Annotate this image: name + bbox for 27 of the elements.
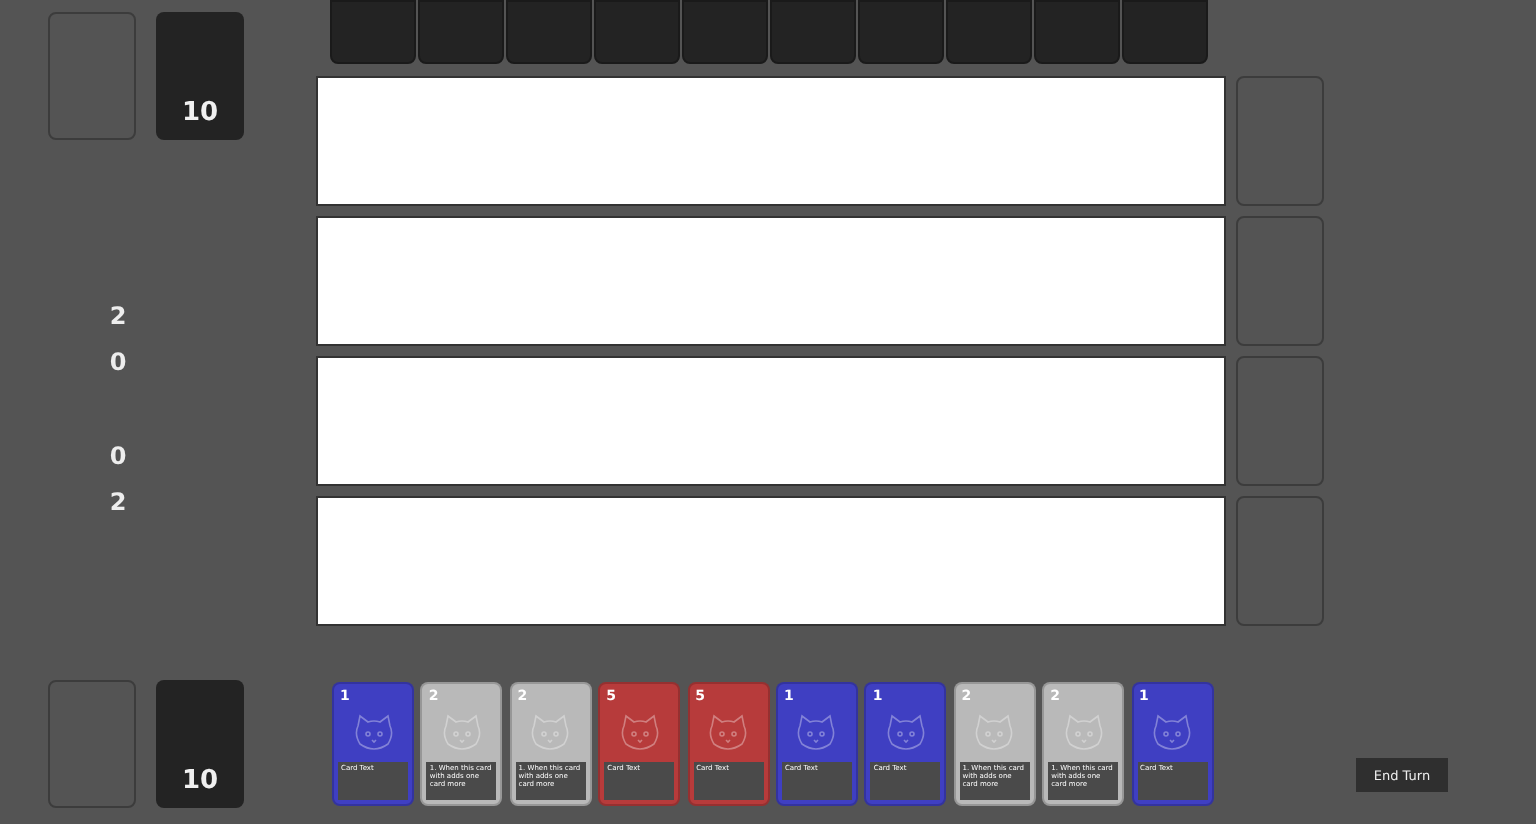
board-lane[interactable] <box>316 76 1226 206</box>
board-lane[interactable] <box>316 356 1226 486</box>
card-back <box>506 0 592 64</box>
deck-count: 10 <box>181 98 219 128</box>
card-back <box>1034 0 1120 64</box>
card-back <box>770 0 856 64</box>
player-deck[interactable]: 10 <box>156 680 244 808</box>
card-back <box>418 0 504 64</box>
score: 0 <box>109 346 127 380</box>
card-back <box>330 0 416 64</box>
card-slot <box>1236 356 1324 486</box>
card-back <box>682 0 768 64</box>
deck-count: 10 <box>181 766 219 796</box>
discard-slot <box>48 680 136 808</box>
score: 2 <box>109 486 127 520</box>
board-lane[interactable] <box>316 496 1226 626</box>
discard-slot <box>48 12 136 140</box>
score: 0 <box>109 440 127 474</box>
card-slot <box>1236 76 1324 206</box>
card-back <box>858 0 944 64</box>
card-slot <box>1236 496 1324 626</box>
card-back <box>946 0 1032 64</box>
board-lane[interactable] <box>316 216 1226 346</box>
score: 2 <box>109 300 127 334</box>
card-back <box>594 0 680 64</box>
card-back <box>1122 0 1208 64</box>
card-slot <box>1236 216 1324 346</box>
